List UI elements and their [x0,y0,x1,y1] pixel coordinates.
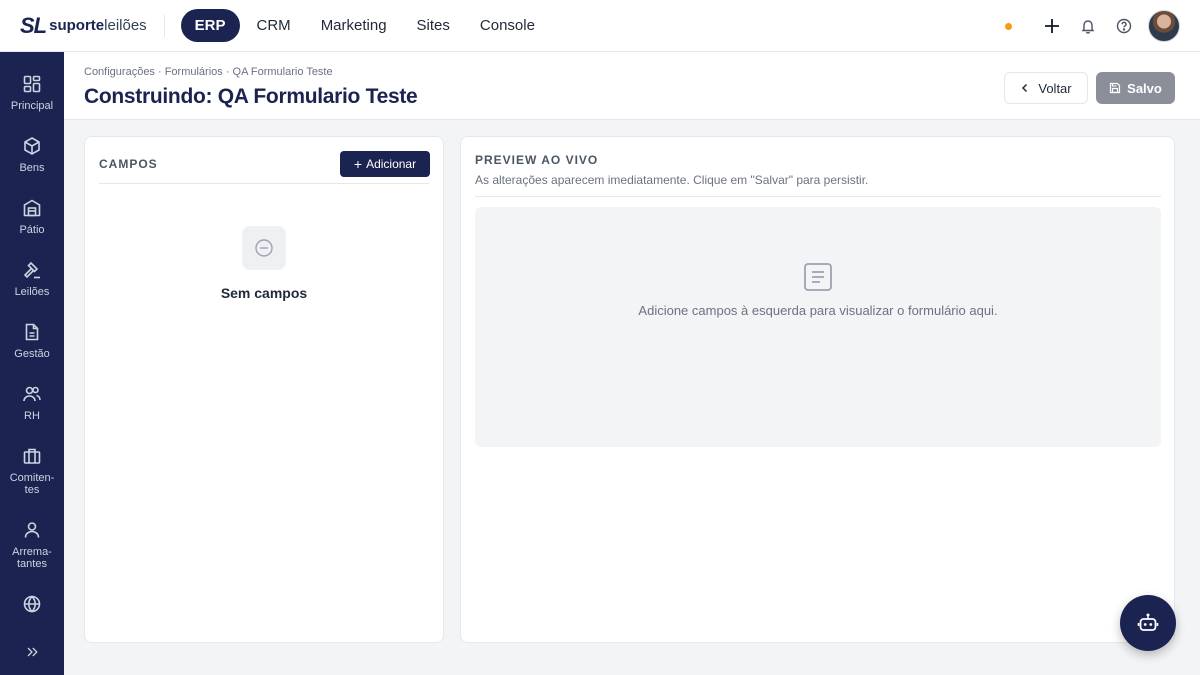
chevrons-right-icon [27,647,38,657]
tab-crm[interactable]: CRM [244,9,304,42]
sidebar-item-rh[interactable]: RH [0,384,64,422]
top-divider [163,14,165,37]
sidebar-item-label: Principal [10,100,54,112]
sidebar-item-gestao[interactable]: Gestão [0,322,64,360]
bell-icon[interactable] [1070,10,1106,42]
empty-fields-icon [242,226,286,270]
save-icon [1110,82,1121,94]
robot-icon [1137,613,1159,631]
sidebar-expand-button[interactable] [0,644,64,660]
logo-word-light: leilões [104,17,147,34]
logo-mark: SL [20,12,47,38]
user-icon [24,522,40,538]
back-button-label: Voltar [1038,80,1072,96]
sidebar-item-bens[interactable]: Bens [0,136,64,174]
preview-divider [475,196,1161,197]
plus-icon: + [353,156,363,172]
help-icon[interactable] [1106,10,1142,42]
sidebar: Principal Bens Pátio Leilões Gestão RH C… [0,52,64,675]
sidebar-item-comitentes[interactable]: Comiten- tes [0,446,64,496]
sidebar-item-label: RH [24,410,40,422]
top-bar: SL suporteleilões ERP CRM Marketing Site… [0,0,1200,52]
preview-empty-message: Adicione campos à esquerda para visualiz… [638,303,998,318]
sidebar-item-label: Pátio [19,224,45,236]
box-icon [24,137,40,155]
empty-fields-text: Sem campos [220,285,308,301]
sidebar-item-label: Comiten- tes [9,472,55,496]
gavel-icon [23,261,40,279]
preview-panel-title: PREVIEW AO VIVO [475,153,599,167]
avatar[interactable] [1148,10,1180,42]
sidebar-item-label: Bens [19,162,45,174]
back-button[interactable]: Voltar [1004,72,1088,104]
logo-wordmark: suporteleilões [49,17,147,34]
add-field-button[interactable]: + Adicionar [340,151,430,177]
fields-panel: CAMPOS + Adicionar Sem campos [84,136,444,643]
sidebar-item-patio[interactable]: Pátio [0,198,64,236]
globe-icon [23,595,41,613]
tab-erp[interactable]: ERP [180,9,240,42]
sidebar-item-sites[interactable] [0,594,64,614]
brand-logo[interactable]: SL suporteleilões [0,0,147,52]
save-button-label: Salvo [1127,80,1162,96]
fields-divider [99,183,429,184]
page-title: Construindo: QA Formulario Teste [84,85,418,108]
page-header: Configurações · Formulários · QA Formula… [64,52,1200,120]
preview-area: Adicione campos à esquerda para visualiz… [475,207,1161,447]
assistant-bot-button[interactable] [1120,595,1176,651]
sidebar-item-principal[interactable]: Principal [0,74,64,112]
form-document-icon [804,263,832,291]
save-button[interactable]: Salvo [1096,72,1175,104]
preview-subtitle: As alterações aparecem imediatamente. Cl… [475,173,869,187]
fields-panel-title: CAMPOS [99,157,158,171]
logo-word-bold: suporte [49,17,105,34]
dashboard-icon [23,75,41,93]
preview-panel: PREVIEW AO VIVO As alterações aparecem i… [460,136,1175,643]
add-field-label: Adicionar [366,157,417,171]
sidebar-item-label: Gestão [14,348,50,360]
tab-console[interactable]: Console [467,9,548,42]
top-nav: ERP CRM Marketing Sites Console [180,9,548,42]
sidebar-item-leiloes[interactable]: Leilões [0,260,64,298]
tab-sites[interactable]: Sites [404,9,463,42]
breadcrumb: Configurações · Formulários · QA Formula… [84,66,333,78]
sidebar-item-label: Arrema- tantes [12,546,52,570]
chevron-left-icon [1022,83,1028,93]
warehouse-icon [23,199,41,217]
plus-icon[interactable] [1034,10,1070,42]
users-icon [23,386,41,402]
top-actions [1005,10,1180,42]
document-icon [25,323,39,341]
sidebar-item-arrematantes[interactable]: Arrema- tantes [0,520,64,570]
sidebar-item-label: Leilões [14,286,50,298]
status-dot [1005,22,1012,30]
tab-marketing[interactable]: Marketing [308,9,400,42]
briefcase-icon [23,448,41,464]
